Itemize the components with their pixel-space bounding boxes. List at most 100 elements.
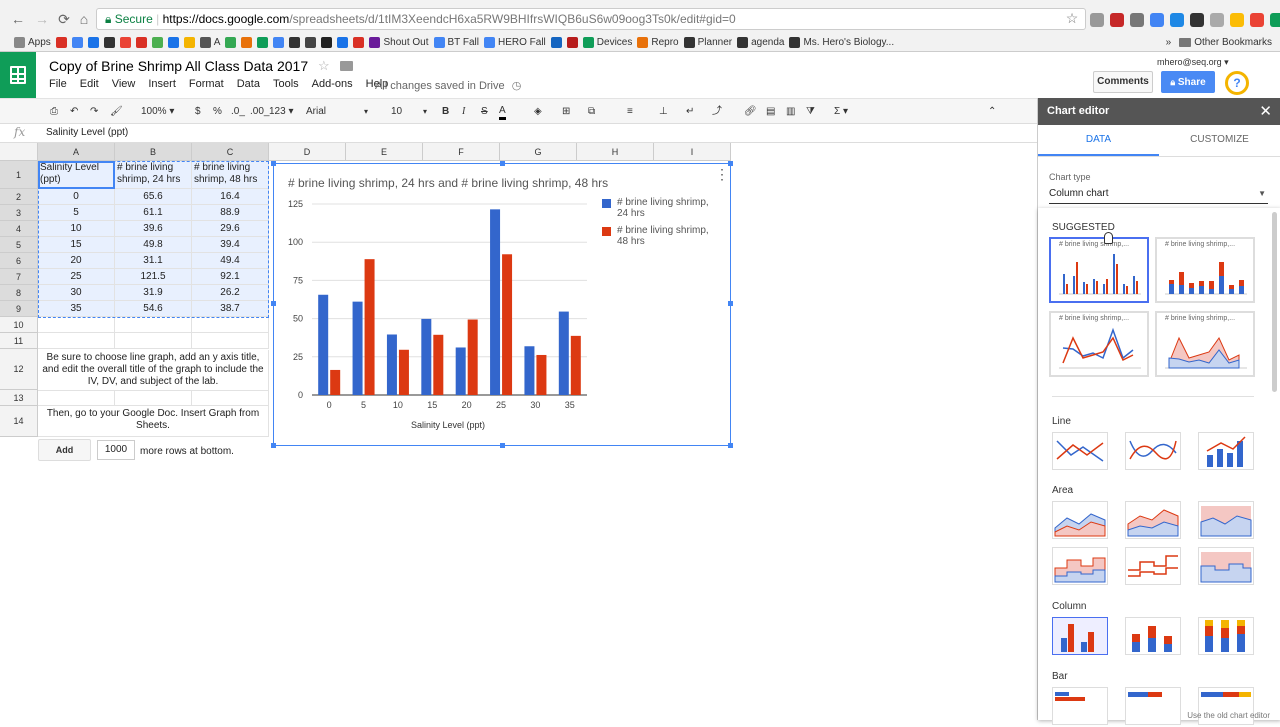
- table-cell[interactable]: 49.8: [115, 237, 192, 253]
- mail-extension-icon[interactable]: [1090, 13, 1104, 27]
- table-cell[interactable]: 15: [38, 237, 115, 253]
- bookmark-item[interactable]: HERO Fall: [484, 36, 546, 48]
- column-header[interactable]: H: [577, 143, 654, 161]
- bookmark-star-icon[interactable]: ☆: [1064, 10, 1080, 26]
- redo-icon[interactable]: ↷: [90, 104, 98, 120]
- table-cell[interactable]: 35: [38, 301, 115, 317]
- old-chart-editor-link[interactable]: Use the old chart editor: [1187, 711, 1270, 720]
- strikethrough-button[interactable]: S: [481, 104, 488, 120]
- share-button[interactable]: 🔒︎ Share: [1161, 71, 1215, 93]
- grid-extension-icon[interactable]: [1270, 13, 1280, 27]
- table-cell[interactable]: [115, 333, 192, 349]
- italic-button[interactable]: I: [462, 104, 465, 120]
- bookmark-item[interactable]: Devices: [582, 36, 632, 48]
- row-header[interactable]: 6: [0, 253, 38, 269]
- menu-file[interactable]: File: [49, 78, 67, 90]
- column-header[interactable]: G: [500, 143, 577, 161]
- bar-15-series2[interactable]: [433, 334, 444, 395]
- text-rotation-icon[interactable]: ⤴: [712, 104, 722, 120]
- table-cell[interactable]: 39.4: [192, 237, 269, 253]
- history-icon[interactable]: ◷: [512, 80, 522, 92]
- column-header[interactable]: D: [269, 143, 346, 161]
- table-cell[interactable]: 54.6: [115, 301, 192, 317]
- star-icon[interactable]: ☆: [318, 58, 330, 74]
- bar-15-series1[interactable]: [421, 318, 432, 395]
- table-cell[interactable]: [192, 333, 269, 349]
- bookmark-item[interactable]: [71, 36, 83, 48]
- zoom-select[interactable]: 100% ▾: [141, 104, 174, 120]
- puzzle-extension-icon[interactable]: [1150, 13, 1164, 27]
- bookmark-item[interactable]: [119, 36, 131, 48]
- bookmark-item[interactable]: Planner: [683, 36, 732, 48]
- bar-0-series2[interactable]: [330, 369, 341, 395]
- table-cell[interactable]: [38, 333, 115, 349]
- pin-extension-icon[interactable]: [1210, 13, 1224, 27]
- text-wrap-icon[interactable]: ↵: [686, 104, 694, 120]
- table-cell[interactable]: 29.6: [192, 221, 269, 237]
- table-cell[interactable]: 92.1: [192, 269, 269, 285]
- table-cell[interactable]: 30: [38, 285, 115, 301]
- menu-format[interactable]: Format: [189, 78, 224, 90]
- legend-item[interactable]: # brine living shrimp, 48 hrs: [602, 225, 718, 247]
- table-cell[interactable]: 10: [38, 221, 115, 237]
- table-cell[interactable]: 65.6: [115, 189, 192, 205]
- row-header[interactable]: 8: [0, 285, 38, 301]
- user-email[interactable]: mhero@seq.org ▾: [1157, 57, 1229, 68]
- help-icon[interactable]: ?: [1225, 71, 1249, 95]
- percent-column-chart-option[interactable]: [1198, 617, 1254, 655]
- bar-20-series1[interactable]: [455, 347, 466, 395]
- chrome-extension-icon[interactable]: [1250, 13, 1264, 27]
- row-header[interactable]: 9: [0, 301, 38, 317]
- table-cell[interactable]: 0: [38, 189, 115, 205]
- bookmark-item[interactable]: Apps: [14, 36, 51, 48]
- resize-handle-nw[interactable]: [271, 161, 276, 166]
- table-cell[interactable]: [115, 390, 192, 406]
- functions-icon[interactable]: Σ ▾: [834, 104, 848, 120]
- add-rows-button[interactable]: Add: [38, 439, 91, 461]
- document-title[interactable]: Copy of Brine Shrimp All Class Data 2017: [49, 58, 308, 74]
- filter-icon[interactable]: ⧩: [806, 104, 815, 120]
- bookmark-item[interactable]: [337, 36, 349, 48]
- row-header[interactable]: 7: [0, 269, 38, 285]
- bookmarks-more-button[interactable]: »: [1166, 37, 1172, 48]
- comments-button[interactable]: Comments: [1093, 71, 1153, 93]
- bold-button[interactable]: B: [442, 104, 449, 120]
- paint-format-icon[interactable]: 🖌︎: [110, 104, 123, 120]
- color-extension-icon[interactable]: [1230, 13, 1244, 27]
- line-chart-option[interactable]: [1052, 432, 1108, 470]
- reload-icon[interactable]: ⟳: [56, 11, 72, 27]
- bookmark-item[interactable]: [225, 36, 237, 48]
- bookmark-item[interactable]: [289, 36, 301, 48]
- font-select[interactable]: Arial ▾: [306, 104, 368, 120]
- insert-chart-icon[interactable]: ▥: [786, 104, 795, 120]
- bookmark-item[interactable]: [183, 36, 195, 48]
- bookmark-item[interactable]: [167, 36, 179, 48]
- table-cell[interactable]: 5: [38, 205, 115, 221]
- area-chart-option[interactable]: [1052, 501, 1108, 539]
- bookmark-item[interactable]: [273, 36, 285, 48]
- table-cell[interactable]: 38.7: [192, 301, 269, 317]
- table-cell[interactable]: 26.2: [192, 285, 269, 301]
- back-icon[interactable]: ←: [10, 11, 26, 27]
- resize-handle-ne[interactable]: [728, 161, 733, 166]
- table-cell[interactable]: [38, 390, 115, 406]
- tab-customize[interactable]: CUSTOMIZE: [1159, 125, 1280, 156]
- bookmark-item[interactable]: BT Fall: [433, 36, 479, 48]
- bar-30-series2[interactable]: [536, 354, 547, 395]
- decrease-decimal-button[interactable]: .0_: [231, 104, 245, 120]
- table-cell[interactable]: 25: [38, 269, 115, 285]
- scissors-extension-icon[interactable]: [1110, 13, 1124, 27]
- stepped-area-chart-option[interactable]: [1052, 547, 1108, 585]
- embedded-chart[interactable]: # brine living shrimp, 24 hrs and # brin…: [271, 161, 733, 448]
- table-cell[interactable]: [192, 390, 269, 406]
- row-header[interactable]: 10: [0, 317, 38, 333]
- row-header[interactable]: 4: [0, 221, 38, 237]
- suggested-chart-line[interactable]: # brine living shrimp,...: [1049, 311, 1149, 377]
- bookmark-item[interactable]: [135, 36, 147, 48]
- bookmark-item[interactable]: [241, 36, 253, 48]
- drive-extension-icon[interactable]: [1170, 13, 1184, 27]
- insert-link-icon[interactable]: 🔗︎: [744, 104, 757, 120]
- bookmark-item[interactable]: [305, 36, 317, 48]
- combo-chart-option[interactable]: [1198, 432, 1254, 470]
- bookmark-item[interactable]: [550, 36, 562, 48]
